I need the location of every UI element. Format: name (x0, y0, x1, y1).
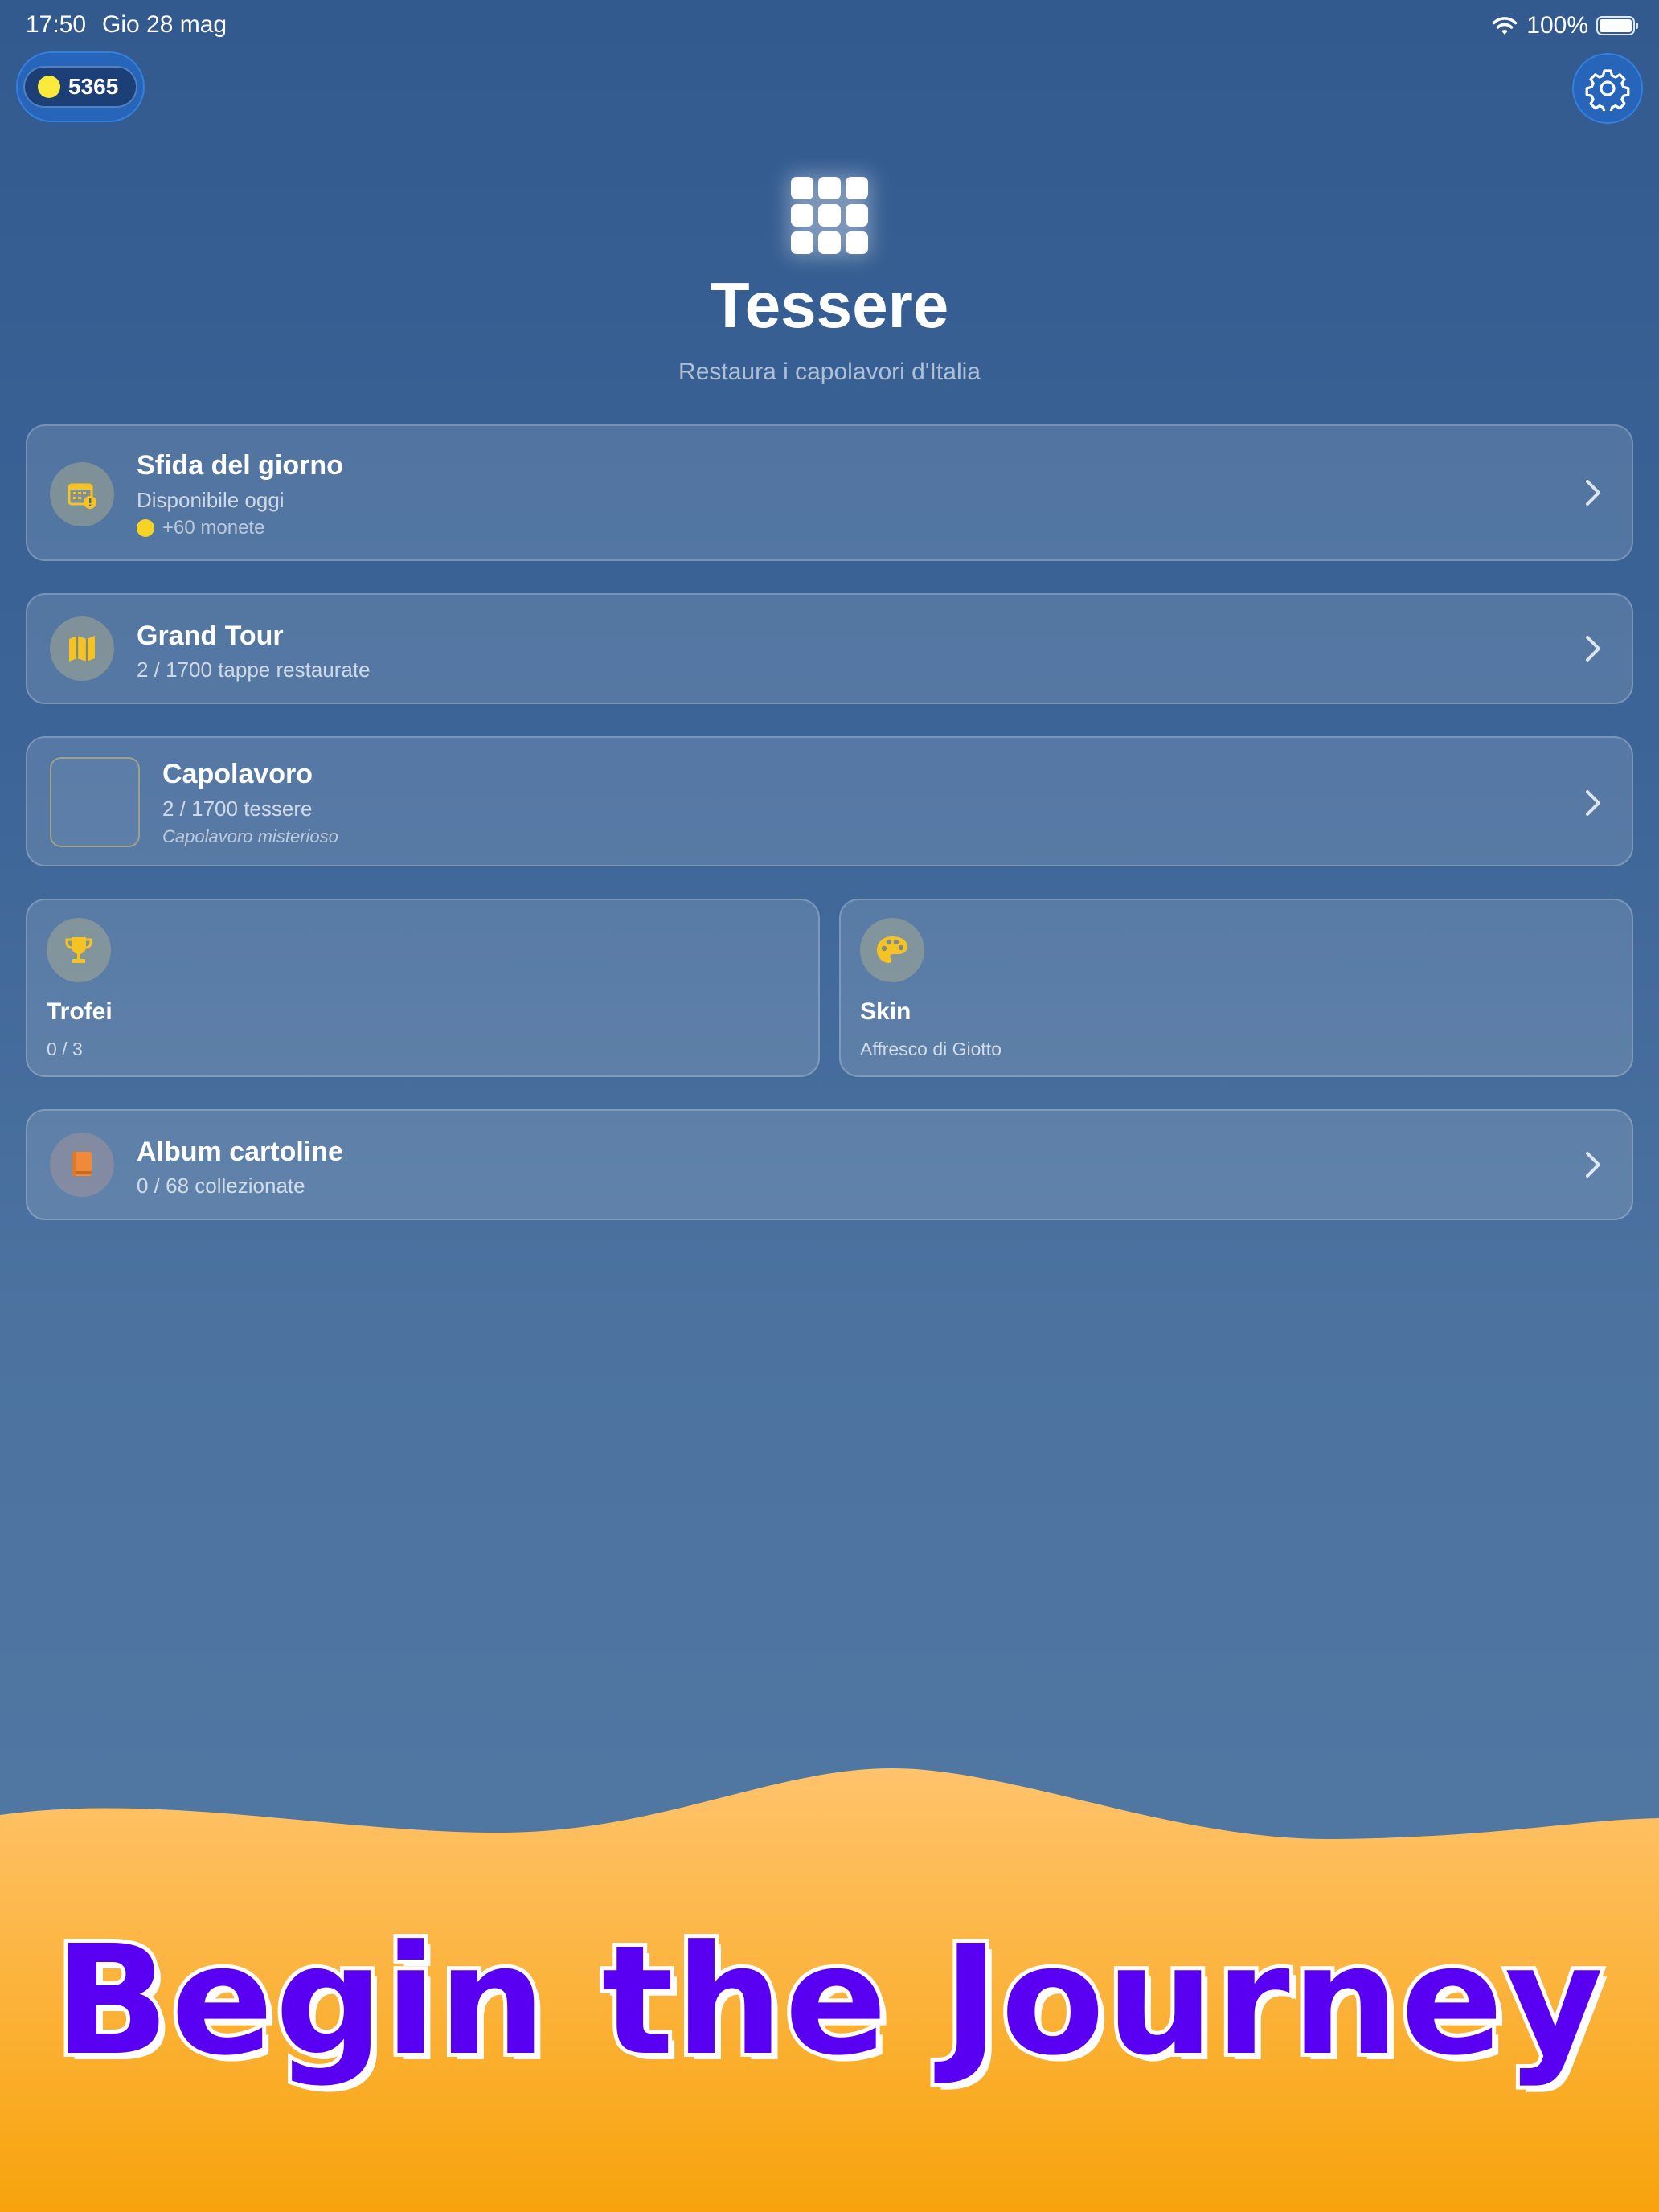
grid-tiles-icon (791, 177, 868, 254)
coin-icon (137, 519, 154, 537)
chevron-right-icon (1586, 480, 1600, 506)
daily-challenge-reward: +60 monete (137, 517, 264, 539)
masterpiece-subtitle: 2 / 1700 tessere (162, 797, 313, 821)
book-icon (50, 1133, 114, 1197)
trophies-title: Trofei (47, 998, 113, 1025)
begin-journey-banner: Begin the Journey (50, 1909, 1607, 2093)
battery-percentage: 100% (1526, 12, 1588, 39)
gear-icon (1585, 69, 1630, 111)
skin-title: Skin (860, 998, 911, 1025)
chevron-right-icon (1586, 790, 1600, 816)
coin-balance: 5365 (23, 66, 137, 108)
grand-tour-title: Grand Tour (137, 621, 284, 651)
chevron-right-icon (1586, 1152, 1600, 1178)
map-icon (50, 616, 114, 681)
status-date: Gio 28 mag (102, 11, 227, 38)
trophies-card[interactable]: Trofei 0 / 3 (26, 899, 820, 1077)
daily-challenge-title: Sfida del giorno (137, 450, 343, 481)
battery-icon (1596, 16, 1638, 35)
daily-challenge-subtitle: Disponibile oggi (137, 488, 285, 512)
album-card[interactable]: Album cartoline 0 / 68 collezionate (26, 1109, 1633, 1220)
grand-tour-card[interactable]: Grand Tour 2 / 1700 tappe restaurate (26, 593, 1633, 704)
masterpiece-title: Capolavoro (162, 759, 313, 789)
wifi-icon (1492, 17, 1518, 35)
trophies-subtitle: 0 / 3 (47, 1038, 83, 1059)
chevron-right-icon (1586, 636, 1600, 662)
coin-value: 5365 (68, 74, 119, 99)
coin-icon (38, 76, 60, 98)
status-time: 17:50 (26, 11, 87, 38)
daily-challenge-reward-text: +60 monete (162, 517, 265, 539)
status-indicators: 100% (1491, 11, 1638, 40)
daily-challenge-card[interactable]: Sfida del giorno Disponibile oggi +60 mo… (26, 424, 1633, 561)
app-title: Tessere (710, 269, 949, 341)
settings-button[interactable] (1572, 53, 1643, 124)
status-bar: 17:50 Gio 28 mag 100% (0, 0, 1659, 51)
skin-card[interactable]: Skin Affresco di Giotto (839, 899, 1633, 1077)
app-subtitle: Restaura i capolavori d'Italia (678, 358, 981, 385)
masterpiece-note: Capolavoro misterioso (162, 826, 338, 846)
masterpiece-card[interactable]: Capolavoro 2 / 1700 tessere Capolavoro m… (26, 736, 1633, 866)
trophy-icon (47, 918, 111, 982)
palette-icon (860, 918, 924, 982)
grand-tour-subtitle: 2 / 1700 tappe restaurate (137, 657, 371, 682)
skin-subtitle: Affresco di Giotto (860, 1038, 1002, 1059)
album-subtitle: 0 / 68 collezionate (137, 1174, 305, 1198)
album-title: Album cartoline (137, 1137, 343, 1167)
calendar-alert-icon (50, 462, 114, 526)
coin-balance-button[interactable]: 5365 (16, 51, 145, 122)
masterpiece-thumbnail (50, 757, 140, 847)
